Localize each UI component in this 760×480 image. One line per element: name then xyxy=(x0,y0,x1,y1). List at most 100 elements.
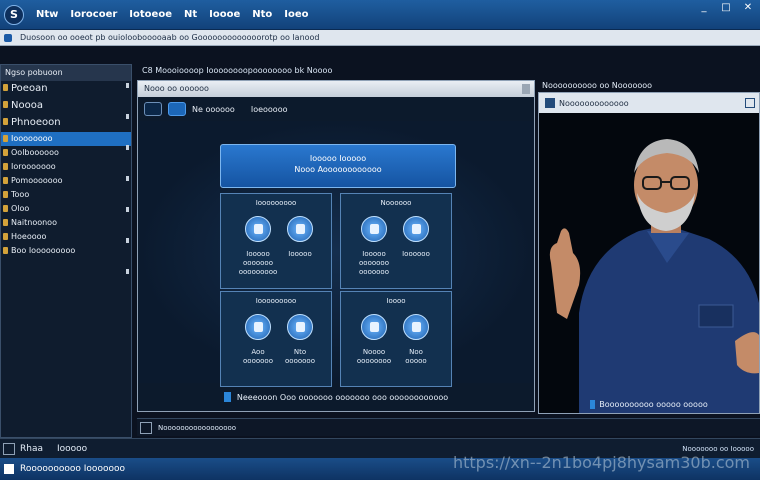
back-button[interactable] xyxy=(144,102,162,116)
video-caption-text: Boooooooooo ooooo ooooo xyxy=(599,400,708,409)
folder-icon xyxy=(3,118,8,125)
diagram-area: Iooooo Iooooo Nooo Aoooooooooooo Ioooooo… xyxy=(138,121,534,387)
card-label: Aoo ooooooo xyxy=(243,348,273,365)
sidebar-item-label: Pomooooooo xyxy=(11,176,63,185)
window-icon[interactable] xyxy=(361,314,387,340)
sidebar-item-label: Boo Iooooooooo xyxy=(11,246,76,255)
card-title: Noooooo xyxy=(380,199,412,207)
status-left-text: Rhaa xyxy=(20,443,43,454)
video-panel: Nooooooooooooo Boooooooooo ooooo ooooo xyxy=(538,92,760,414)
status-icon[interactable] xyxy=(140,421,152,434)
folder-icon xyxy=(3,135,8,142)
sidebar: Ngso pobuoon Poeoan Noooa Phnoeoon Ioooo… xyxy=(0,64,132,438)
sidebar-item[interactable]: Iorooooooo xyxy=(1,160,131,174)
folder-icon xyxy=(3,205,8,212)
info-icon xyxy=(590,400,596,409)
scroll-handle[interactable] xyxy=(522,84,530,94)
page-icon xyxy=(4,33,12,42)
video-caption: Boooooooooo ooooo ooooo xyxy=(539,400,759,409)
sidebar-item-selected[interactable]: Ioooooooo xyxy=(1,132,131,146)
folder-icon xyxy=(3,219,8,226)
feature-card[interactable]: Ioooo Noooo oooooooo Noo ooooo xyxy=(340,291,452,387)
home-button[interactable] xyxy=(168,102,186,116)
panel-status-bar: Nooooooooooooooooo xyxy=(137,418,760,436)
header-line-2: Nooo Aoooooooooooo xyxy=(294,165,382,174)
window-controls: _ □ ✕ xyxy=(698,2,754,13)
grid-icon[interactable] xyxy=(403,216,429,242)
folder-icon xyxy=(3,177,8,184)
sidebar-item[interactable]: Phnoeoon xyxy=(1,115,131,132)
maximize-icon[interactable]: □ xyxy=(720,2,732,13)
folder-icon xyxy=(3,149,8,156)
menu-item-5[interactable]: Ioooe xyxy=(209,9,240,20)
diagram-header-box[interactable]: Iooooo Iooooo Nooo Aoooooooooooo xyxy=(220,144,456,188)
watermark-text: https://xn--2n1bo4pj8hysam30b.com xyxy=(452,453,750,472)
status-icon[interactable] xyxy=(3,442,15,455)
pin-icon[interactable] xyxy=(361,216,387,242)
sidebar-scrollbar[interactable] xyxy=(126,83,129,313)
folder-icon xyxy=(3,101,8,108)
sidebar-item-label: Hoeoooo xyxy=(11,232,47,241)
globe-icon[interactable] xyxy=(287,216,313,242)
sidebar-item[interactable]: Naitnoonoo xyxy=(1,216,131,230)
sidebar-title: Ngso pobuoon xyxy=(1,65,131,81)
title-bar: S Ntw Iorocoer Iotoeoe Nt Ioooe Nto Ioeo… xyxy=(0,0,760,30)
sidebar-item[interactable]: Tooo xyxy=(1,188,131,202)
info-icon xyxy=(223,392,231,402)
sidebar-item-label: Oloo xyxy=(11,204,30,213)
status-right-text: Nooooooo oo Iooooo xyxy=(682,444,754,453)
folder-icon xyxy=(3,233,8,240)
toolbar-label-2[interactable]: Ioeooooo xyxy=(251,105,288,114)
close-icon[interactable]: ✕ xyxy=(742,2,754,13)
feature-card[interactable]: Noooooo Iooooo ooooooo ooooooo Ioooooo xyxy=(340,193,452,289)
folder-icon xyxy=(3,247,8,254)
menu-item-6[interactable]: Nto xyxy=(252,9,272,20)
sidebar-item[interactable]: Poeoan xyxy=(1,81,131,98)
card-label: Nto ooooooo xyxy=(285,348,315,365)
app-logo-icon[interactable]: S xyxy=(4,4,24,25)
sidebar-item-label: Noooa xyxy=(11,100,43,111)
sidebar-item[interactable]: Boo Iooooooooo xyxy=(1,244,131,258)
center-panel: Nooo oo oooooo Ne oooooo Ioeooooo Iooooo… xyxy=(137,80,535,412)
center-panel-title: C8 Moooioooop Ioooooooopoooooooo bk Nooo… xyxy=(142,66,333,75)
expand-icon[interactable] xyxy=(745,98,755,108)
presenter-video[interactable] xyxy=(539,113,759,413)
card-title: Iooooooooo xyxy=(255,297,297,305)
center-panel-header: Nooo oo oooooo xyxy=(138,81,534,97)
center-toolbar: Ne oooooo Ioeooooo xyxy=(138,97,534,121)
sidebar-item[interactable]: Oolboooooo xyxy=(1,146,131,160)
card-title: Ioooo xyxy=(386,297,406,305)
address-bar[interactable]: Duosoon oo ooeot pb ouioloobooooaab oo G… xyxy=(0,30,760,46)
menu-item-1[interactable]: Ntw xyxy=(36,9,58,20)
minimize-icon[interactable]: _ xyxy=(698,2,710,13)
menu-item-7[interactable]: Ioeo xyxy=(284,9,308,20)
sidebar-item-label: Iorooooooo xyxy=(11,162,56,171)
sidebar-item-label: Poeoan xyxy=(11,83,48,94)
feature-card[interactable]: Iooooooooo Aoo ooooooo Nto ooooooo xyxy=(220,291,332,387)
toolbar-label-1: Ne oooooo xyxy=(192,104,235,114)
menu-item-2[interactable]: Iorocoer xyxy=(70,9,117,20)
folder-icon xyxy=(3,191,8,198)
sidebar-item-label: Phnoeoon xyxy=(11,117,61,128)
start-icon[interactable] xyxy=(4,464,14,474)
sidebar-item[interactable]: Oloo xyxy=(1,202,131,216)
document-icon[interactable] xyxy=(245,216,271,242)
file-icon[interactable] xyxy=(245,314,271,340)
taskbar-label[interactable]: Roooooooooo Iooooooo xyxy=(20,464,125,474)
menu-item-3[interactable]: Iotoeoe xyxy=(129,9,172,20)
feature-card[interactable]: Iooooooooo Iooooo ooooooo ooooooooo Iooo… xyxy=(220,193,332,289)
video-panel-header: Nooooooooooooo xyxy=(539,93,759,113)
sidebar-item-label: Tooo xyxy=(11,190,30,199)
video-header-label: Nooooooooooooo xyxy=(559,98,629,108)
sidebar-item[interactable]: Pomooooooo xyxy=(1,174,131,188)
camera-icon xyxy=(545,98,555,108)
header-line-1: Iooooo Iooooo xyxy=(309,154,367,163)
gear-icon[interactable] xyxy=(403,314,429,340)
sidebar-item[interactable]: Hoeoooo xyxy=(1,230,131,244)
clipboard-icon[interactable] xyxy=(287,314,313,340)
folder-icon xyxy=(3,163,8,170)
address-text: Duosoon oo ooeot pb ouioloobooooaab oo G… xyxy=(20,33,320,42)
sidebar-item[interactable]: Noooa xyxy=(1,98,131,115)
menu-item-4[interactable]: Nt xyxy=(184,9,197,20)
center-footer: Neeeooon Ooo ooooooo ooooooo ooo ooooooo… xyxy=(138,383,534,411)
